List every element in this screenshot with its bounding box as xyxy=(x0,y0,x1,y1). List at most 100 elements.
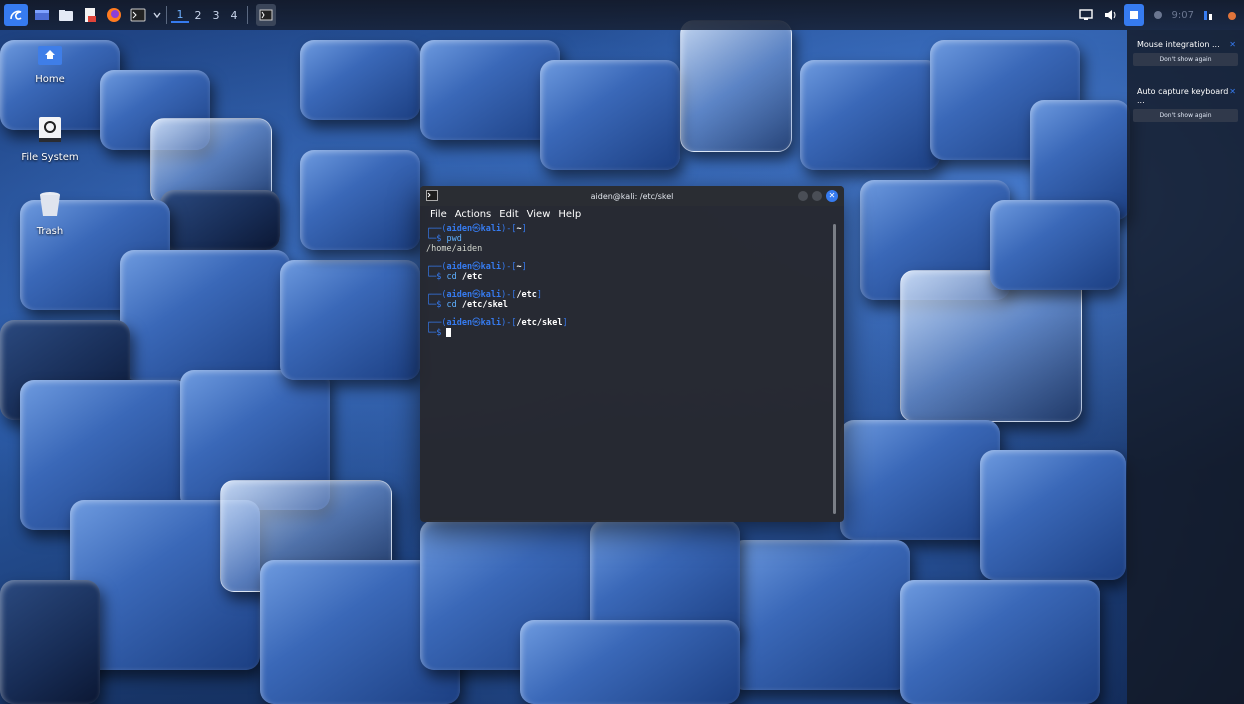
command-text: pwd xyxy=(446,234,462,244)
prompt-host: kali xyxy=(480,224,502,234)
prompt-host: kali xyxy=(480,262,502,272)
command-line: └─$ cd /etc/skel xyxy=(426,300,508,310)
command-line: └─$ cd /etc xyxy=(426,272,483,282)
prompt-host: kali xyxy=(480,290,502,300)
desktop-icon-home[interactable]: Home xyxy=(10,44,90,85)
prompt-line: ┌──(aiden㉿kali)-[~] xyxy=(426,262,527,272)
command-arg: /etc xyxy=(461,272,483,282)
wallpaper-cube xyxy=(520,620,740,704)
prompt-at: ㉿ xyxy=(472,262,481,272)
minimize-button[interactable] xyxy=(798,191,808,201)
prompt-line: ┌──(aiden㉿kali)-[/etc] xyxy=(426,290,543,300)
notification-panel: Mouse integration ... ✕ Don't show again… xyxy=(1127,30,1244,704)
workspace-3[interactable]: 3 xyxy=(207,9,225,22)
prompt-at: ㉿ xyxy=(472,224,481,234)
terminal-output[interactable]: ┌──(aiden㉿kali)-[~] └─$ pwd /home/aiden … xyxy=(420,222,844,348)
chevron-down-icon[interactable] xyxy=(152,4,162,26)
drive-icon xyxy=(39,117,61,142)
prompt-path: ~ xyxy=(516,224,522,234)
wallpaper-cube xyxy=(800,60,940,170)
wallpaper-glass-cube xyxy=(900,270,1082,422)
menu-edit[interactable]: Edit xyxy=(499,209,518,220)
prompt-block: ┌──(aiden㉿kali)-[/etc] └─$ cd /etc/skel xyxy=(426,290,838,310)
show-desktop-icon[interactable] xyxy=(32,4,52,26)
terminal-window[interactable]: aiden@kali: /etc/skel ✕ File Actions Edi… xyxy=(420,186,844,522)
top-panel: 1 2 3 4 9:07 xyxy=(0,0,1244,30)
notification-title: Auto capture keyboard ... xyxy=(1137,87,1229,105)
wallpaper-glass-cube xyxy=(680,20,792,152)
workspace-4[interactable]: 4 xyxy=(225,9,243,22)
terminal-title: aiden@kali: /etc/skel xyxy=(590,191,674,201)
desktop-icon-trash[interactable]: Trash xyxy=(10,190,90,237)
close-icon[interactable]: ✕ xyxy=(1229,40,1236,49)
dont-show-again-button[interactable]: Don't show again xyxy=(1133,109,1238,122)
command-text: cd xyxy=(446,300,457,310)
text-cursor xyxy=(446,328,452,337)
prompt-user: aiden xyxy=(446,262,473,272)
display-icon[interactable] xyxy=(1076,4,1096,26)
power-stats-icon[interactable] xyxy=(1198,4,1218,26)
wallpaper-cube xyxy=(900,580,1100,704)
network-icon[interactable] xyxy=(1123,4,1144,26)
close-button[interactable]: ✕ xyxy=(826,190,838,202)
workspace-2[interactable]: 2 xyxy=(189,9,207,22)
maximize-button[interactable] xyxy=(812,191,822,201)
terminal-menubar: File Actions Edit View Help xyxy=(420,206,844,222)
wallpaper-cube xyxy=(540,60,680,170)
wallpaper-cube xyxy=(840,420,1000,540)
desktop-icon-file-system[interactable]: File System xyxy=(10,116,90,163)
command-line: └─$ pwd xyxy=(426,234,462,244)
menu-view[interactable]: View xyxy=(527,209,551,220)
wallpaper-cube xyxy=(730,540,910,690)
command-text: cd xyxy=(446,272,457,282)
prompt-user: aiden xyxy=(446,224,473,234)
wallpaper-cube xyxy=(300,150,420,250)
notification-title: Mouse integration ... xyxy=(1137,40,1220,49)
home-folder-icon xyxy=(38,46,62,65)
menu-file[interactable]: File xyxy=(430,209,447,220)
prompt-block: ┌──(aiden㉿kali)-[~] └─$ cd /etc xyxy=(426,262,838,282)
prompt-user: aiden xyxy=(446,290,473,300)
taskbar-terminal-window[interactable] xyxy=(256,4,276,26)
volume-icon[interactable] xyxy=(1100,4,1120,26)
desktop-icon-label: Home xyxy=(35,74,65,85)
command-output: /home/aiden xyxy=(426,244,483,254)
command-arg: /etc/skel xyxy=(461,300,508,310)
workspace-1[interactable]: 1 xyxy=(171,8,189,23)
prompt-at: ㉿ xyxy=(472,318,481,328)
text-editor-icon[interactable] xyxy=(80,4,100,26)
terminal-app-icon xyxy=(426,190,438,201)
wallpaper-cube xyxy=(980,450,1126,580)
terminal-scrollbar[interactable] xyxy=(833,224,836,514)
terminal-titlebar[interactable]: aiden@kali: /etc/skel ✕ xyxy=(420,186,844,206)
wallpaper-cube xyxy=(0,580,100,704)
power-icon[interactable] xyxy=(1222,4,1242,26)
prompt-path: /etc xyxy=(516,290,537,300)
panel-separator xyxy=(166,6,167,24)
menu-help[interactable]: Help xyxy=(558,209,581,220)
menu-actions[interactable]: Actions xyxy=(455,209,492,220)
desktop-icon-label: Trash xyxy=(36,226,64,237)
dont-show-again-button[interactable]: Don't show again xyxy=(1133,53,1238,66)
notification-mouse-integration: Mouse integration ... ✕ Don't show again xyxy=(1131,36,1240,69)
prompt-block: ┌──(aiden㉿kali)-[/etc/skel] └─$ xyxy=(426,318,838,338)
firefox-icon[interactable] xyxy=(104,4,124,26)
wallpaper-cube xyxy=(420,40,560,140)
wallpaper-cube xyxy=(120,250,290,380)
file-manager-icon[interactable] xyxy=(56,4,76,26)
notifications-icon[interactable] xyxy=(1148,4,1168,26)
terminal-launcher-icon[interactable] xyxy=(128,4,148,26)
close-icon[interactable]: ✕ xyxy=(1229,87,1236,105)
desktop-icon-label: File System xyxy=(21,152,79,163)
prompt-at: ㉿ xyxy=(472,290,481,300)
prompt-line: ┌──(aiden㉿kali)-[~] xyxy=(426,224,527,234)
trash-icon xyxy=(40,192,60,216)
notification-auto-capture-keyboard: Auto capture keyboard ... ✕ Don't show a… xyxy=(1131,83,1240,125)
prompt-block: ┌──(aiden㉿kali)-[~] └─$ pwd /home/aiden xyxy=(426,224,838,254)
wallpaper-cube xyxy=(160,190,280,250)
prompt-path: /etc/skel xyxy=(516,318,563,328)
clock[interactable]: 9:07 xyxy=(1172,4,1194,26)
command-line[interactable]: └─$ xyxy=(426,328,838,338)
kali-menu-icon[interactable] xyxy=(4,4,28,26)
wallpaper-cube xyxy=(280,260,420,380)
